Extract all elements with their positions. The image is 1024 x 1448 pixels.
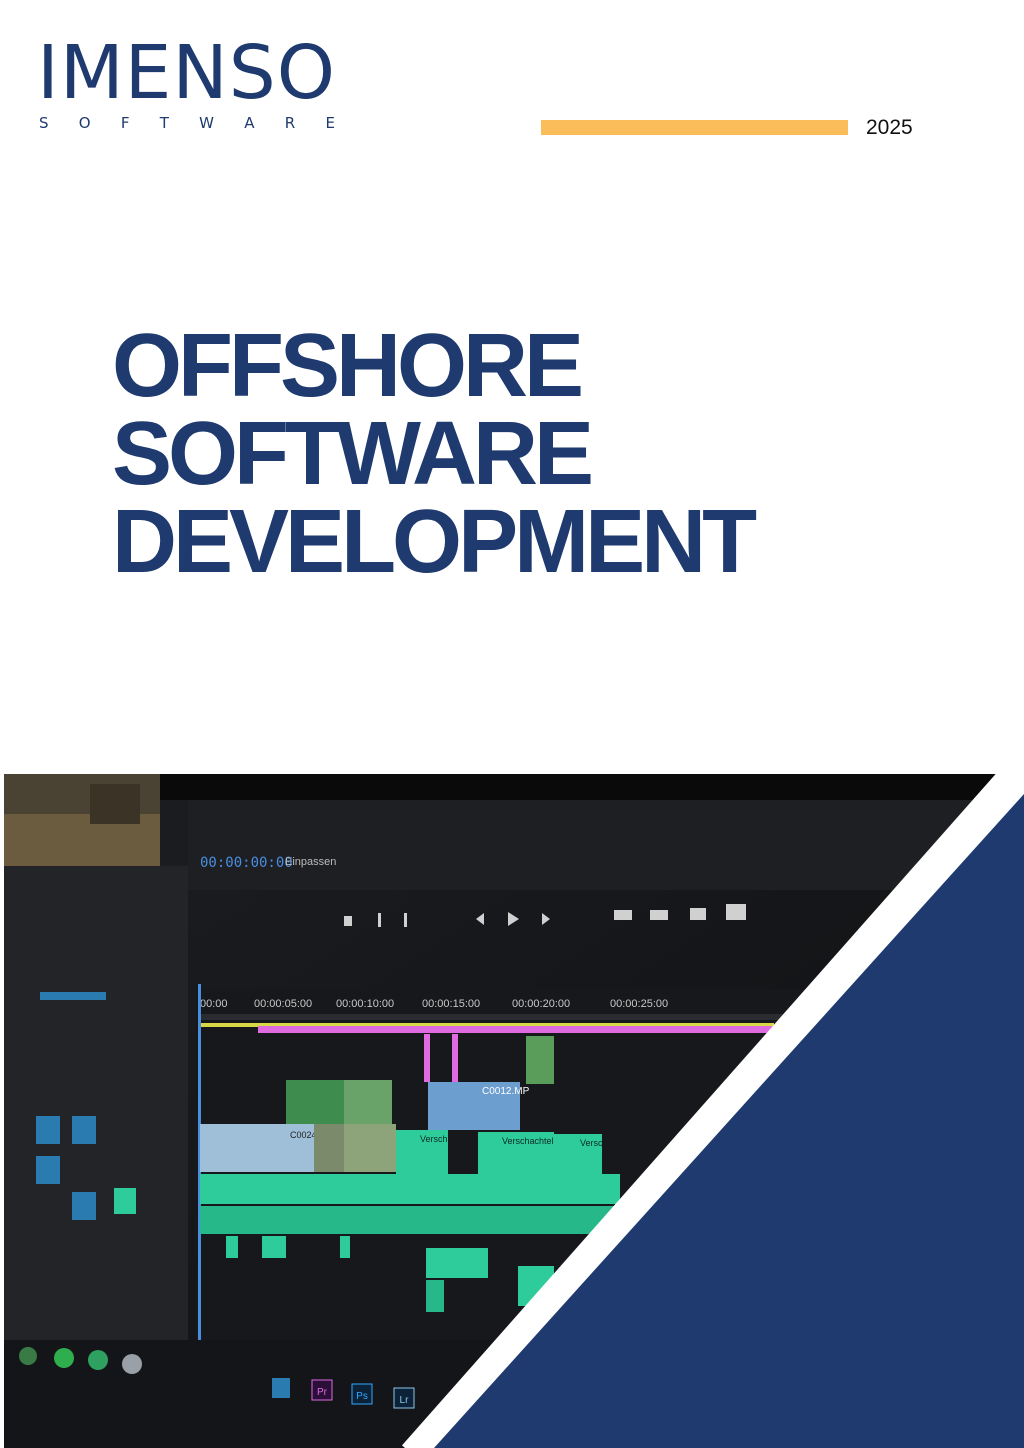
title-line: DEVELOPMENT — [112, 492, 757, 592]
year-accent-bar — [541, 120, 848, 135]
tagline-letter: S — [39, 114, 49, 132]
clip-label: Versch — [420, 1134, 448, 1144]
tagline-letter: F — [120, 114, 130, 132]
document-year: 2025 — [866, 116, 913, 139]
svg-text:Ps: Ps — [356, 1391, 368, 1402]
compare-icon — [726, 904, 746, 920]
marker-icon — [344, 916, 352, 926]
logo-tagline: S O F T W A R E — [39, 114, 335, 132]
tagline-letter: T — [159, 114, 169, 132]
clip-label: C0024 — [290, 1130, 317, 1140]
ruler-time: 00:00 — [200, 998, 228, 1010]
clip-label: Verschachtel — [502, 1136, 554, 1146]
svg-text:Pr: Pr — [317, 1387, 328, 1398]
ruler-time: 00:00:05:00 — [254, 998, 312, 1010]
title-line: SOFTWARE — [112, 404, 594, 504]
title-line: OFFSHORE — [112, 316, 584, 416]
audio-track — [200, 1206, 620, 1234]
timecode-label: 00:00:00:00 — [200, 855, 293, 871]
logo-wordmark: IMENSO — [37, 30, 337, 116]
document-title: OFFSHORE SOFTWARE DEVELOPMENT — [112, 316, 757, 592]
lift-icon — [614, 910, 632, 920]
extract-icon — [650, 910, 668, 920]
render-bar — [258, 1026, 774, 1033]
imenso-logo: IMENSO S O F T W A R E — [37, 36, 347, 136]
tagline-letter: R — [284, 114, 296, 132]
hero-image: 00:00:00:00 Einpassen 00:00 00:00:05:00 … — [4, 774, 1024, 1448]
audio-track — [200, 1174, 620, 1204]
clip-label: Versc — [580, 1138, 603, 1148]
fit-dropdown-label: Einpassen — [285, 856, 336, 868]
ruler-time: 00:00:20:00 — [512, 998, 570, 1010]
svg-text:Lr: Lr — [400, 1395, 410, 1406]
tagline-letter: W — [199, 114, 214, 132]
camera-icon — [690, 908, 706, 920]
ruler-time: 00:00:10:00 — [336, 998, 394, 1010]
tagline-letter: E — [325, 114, 335, 132]
ruler-time: 00:00:25:00 — [610, 998, 668, 1010]
mark-in-icon — [378, 913, 381, 927]
clip-label: C0012.MP — [482, 1086, 530, 1097]
ruler-time: 00:00:15:00 — [422, 998, 480, 1010]
tagline-letter: A — [244, 114, 255, 132]
mark-out-icon — [404, 913, 407, 927]
tagline-letter: O — [78, 114, 91, 132]
